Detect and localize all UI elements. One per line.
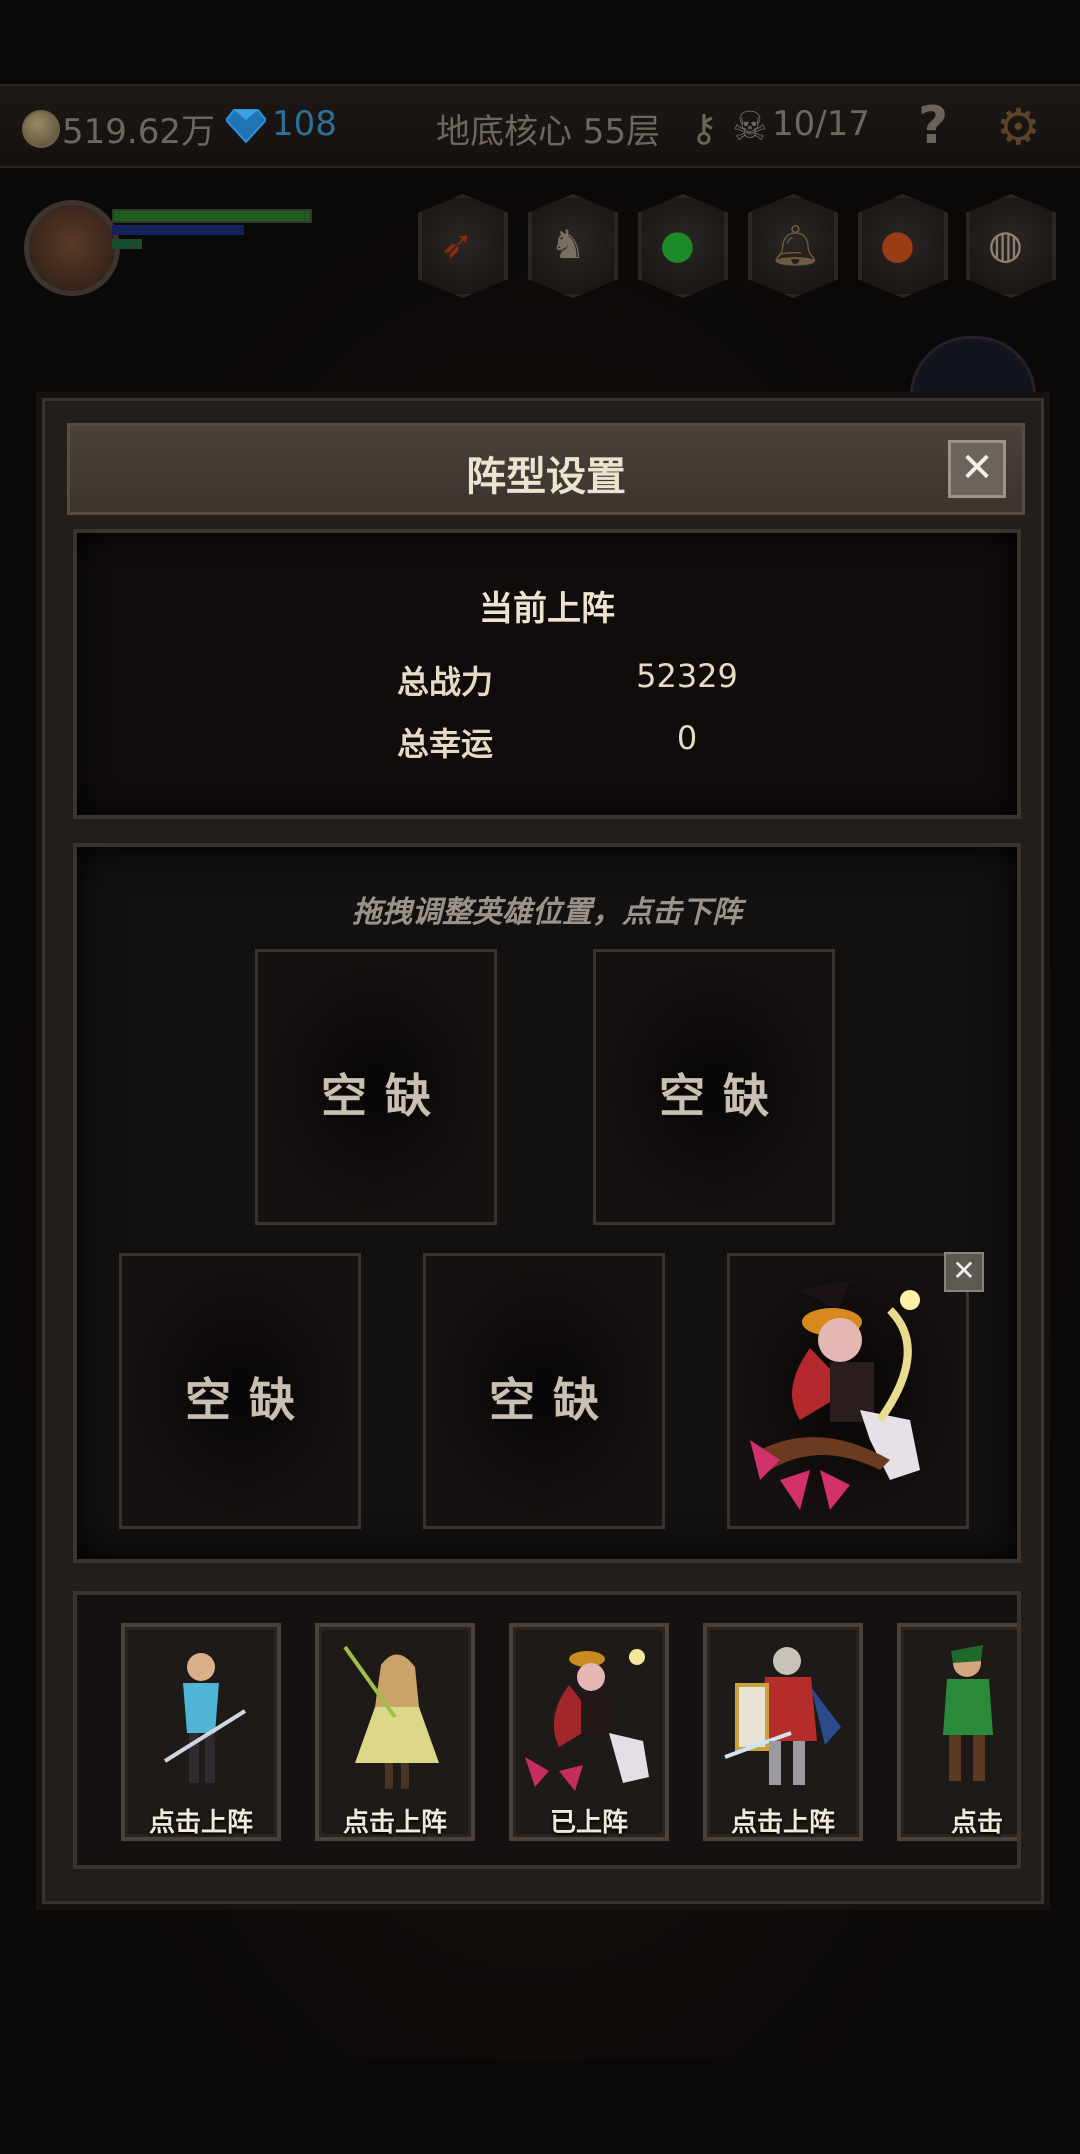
skull-count: 10/17 xyxy=(772,104,870,144)
green-orb-icon[interactable]: ● xyxy=(638,194,728,298)
roster-card-label: 已上阵 xyxy=(549,1808,628,1838)
location-label: 地底核心 55层 xyxy=(436,112,661,152)
slot-empty-label: 空缺 xyxy=(659,1069,787,1123)
exp-bar xyxy=(112,239,142,249)
formation-slot[interactable]: 空缺 xyxy=(423,1253,665,1529)
slot-empty-label: 空缺 xyxy=(185,1373,313,1427)
player-status-bars xyxy=(112,205,322,257)
diamond-icon xyxy=(226,109,266,144)
fire-orb-icon[interactable]: ● xyxy=(858,194,948,298)
remove-hero-button[interactable]: ✕ xyxy=(944,1252,984,1292)
ranger-portrait xyxy=(943,1645,993,1781)
formation-slot[interactable]: 空缺 xyxy=(255,949,497,1225)
horse-head-icon[interactable]: ♞ xyxy=(528,194,618,298)
luck-value: 0 xyxy=(676,719,698,757)
roster-card-label: 点击 xyxy=(950,1808,1003,1838)
bell-icon[interactable]: 🔔︎ xyxy=(748,194,838,298)
formation-slot-occupied[interactable]: ✕ xyxy=(727,1252,984,1529)
question-icon[interactable]: ? xyxy=(918,96,948,156)
roster-card-label: 点击上阵 xyxy=(342,1808,447,1838)
witch-portrait xyxy=(525,1649,649,1791)
resource-bar: 519.62万 108 地底核心 55层 ⚷ ☠ 10/17 ? ⚙ xyxy=(0,84,1080,168)
slot-empty-label: 空缺 xyxy=(321,1069,449,1123)
formation-slot[interactable]: 空缺 xyxy=(593,949,835,1225)
bread-icon[interactable]: ◍ xyxy=(966,194,1056,298)
carrot-icon[interactable]: ➶ xyxy=(418,194,508,298)
swordsman-portrait xyxy=(163,1653,247,1783)
roster-card[interactable]: 点击 xyxy=(897,1623,1017,1841)
roster-card[interactable]: 点击上阵 xyxy=(315,1623,475,1841)
roster-card-label: 点击上阵 xyxy=(148,1808,253,1838)
summary-heading: 当前上阵 xyxy=(479,589,615,629)
roster-card[interactable]: 已上阵 xyxy=(509,1623,669,1841)
slot-empty-label: 空缺 xyxy=(489,1373,617,1427)
formation-slot[interactable]: 空缺 xyxy=(119,1253,361,1529)
gem-amount: 108 xyxy=(272,104,337,144)
power-value: 52329 xyxy=(636,657,738,695)
skull-icon: ☠ xyxy=(732,104,768,150)
player-avatar[interactable] xyxy=(24,200,120,296)
dialog-title: 阵型设置 xyxy=(466,454,626,500)
dialog-header: 阵型设置 ✕ xyxy=(67,423,1025,515)
paladin-portrait xyxy=(724,1647,841,1785)
gold-amount: 519.62万 xyxy=(62,112,215,152)
witch-hero-portrait xyxy=(750,1280,920,1510)
luck-label: 总幸运 xyxy=(397,725,494,763)
formation-grid: 拖拽调整英雄位置，点击下阵 空缺 空缺 空缺 空缺 ✕ xyxy=(73,843,1021,1563)
roster-card[interactable]: 点击上阵 xyxy=(703,1623,863,1841)
roster-card-label: 点击上阵 xyxy=(730,1808,835,1838)
roster-card[interactable]: 点击上阵 xyxy=(121,1623,281,1841)
close-button[interactable]: ✕ xyxy=(948,440,1006,498)
formation-dialog: 阵型设置 ✕ 当前上阵 总战力 52329 总幸运 0 拖拽调整英雄位置，点击下… xyxy=(42,398,1044,1904)
mana-bar xyxy=(112,225,244,235)
hero-roster: 点击上阵 点击上阵 已上阵 点击上阵 点击 xyxy=(73,1591,1021,1869)
key-icon: ⚷ xyxy=(690,106,718,150)
lineup-summary: 当前上阵 总战力 52329 总幸运 0 xyxy=(73,529,1021,819)
power-label: 总战力 xyxy=(397,663,494,701)
priestess-portrait xyxy=(343,1645,439,1789)
health-bar xyxy=(112,209,312,223)
gear-icon[interactable]: ⚙ xyxy=(996,98,1041,156)
formation-hint: 拖拽调整英雄位置，点击下阵 xyxy=(352,895,742,930)
coin-icon xyxy=(22,110,60,148)
